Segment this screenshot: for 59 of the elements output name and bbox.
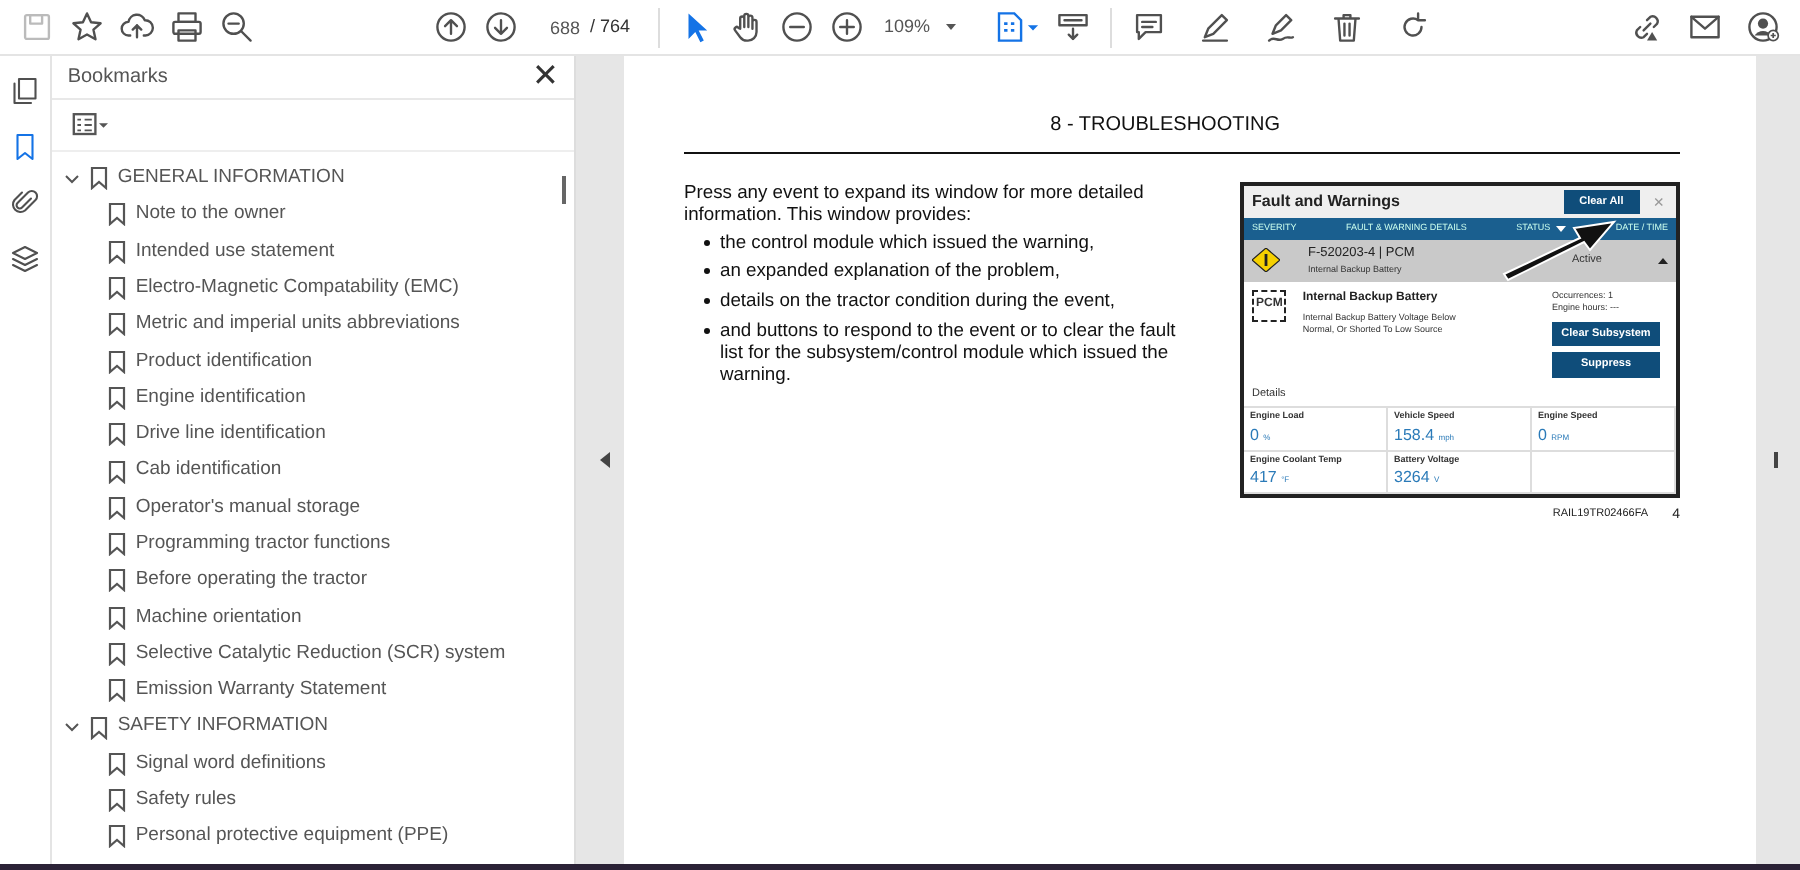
page-header: 8 - TROUBLESHOOTING	[1050, 114, 1280, 136]
bookmark-icon	[107, 605, 126, 630]
scrollbar-thumb[interactable]	[562, 176, 566, 204]
list-item: details on the tractor condition during the event,	[720, 290, 1116, 313]
bookmark-icon	[107, 349, 126, 374]
bookmark-icon	[89, 166, 108, 191]
bookmark-icon	[107, 385, 126, 410]
caret-icon	[946, 24, 957, 30]
bookmark-icon	[107, 824, 126, 849]
list-item: the control module which issued the warning,	[720, 231, 1095, 253]
bookmark-icon	[107, 495, 126, 520]
close-icon: ×	[1649, 193, 1668, 212]
warning-icon	[1252, 248, 1280, 273]
bookmark-icon	[107, 788, 126, 813]
bookmark-item[interactable]: SAFETY INFORMATION	[117, 712, 329, 742]
panel-title: Bookmarks	[67, 64, 168, 92]
list-item: and buttons to respond to the event or to clear the fault list for the subsystem/control module which issued the warning.	[720, 320, 1178, 385]
bookmark-item[interactable]: Personal protective equipment (PPE)	[135, 822, 449, 852]
close-button[interactable]: ✕	[532, 61, 558, 93]
list-item: an expanded explanation of the problem,	[720, 260, 1060, 283]
bookmark-icon	[107, 312, 126, 337]
bookmark-item[interactable]: Electro-Magnetic Compatability (EMC)	[135, 273, 459, 303]
bookmark-item[interactable]: Safety rules	[135, 786, 236, 815]
expand-chevron-icon[interactable]	[63, 722, 80, 733]
sort-caret-icon	[1556, 226, 1567, 233]
paragraph: Press any event to expand its window for more detailed information. This window provides:	[684, 182, 1146, 226]
bookmark-icon	[107, 568, 126, 593]
bookmark-icon	[107, 532, 126, 557]
bookmark-item[interactable]: Note to the owner	[135, 200, 286, 230]
bookmark-item[interactable]: Selective Catalytic Reduction (SCR) system	[135, 639, 506, 669]
scrollbar-thumb[interactable]	[1774, 452, 1778, 468]
bookmark-icon	[107, 422, 126, 447]
zoom-dropdown[interactable]: 109%	[872, 11, 969, 43]
bookmark-icon	[107, 678, 126, 703]
bookmark-icon	[107, 239, 126, 264]
window-title: Fault and Warnings	[1252, 190, 1400, 215]
bookmark-icon	[107, 459, 126, 484]
bookmark-icon	[107, 751, 126, 776]
bookmark-icon	[107, 642, 126, 666]
bookmark-item[interactable]: Signal word definitions	[135, 749, 326, 779]
bookmark-item[interactable]: Metric and imperial units abbreviations	[135, 310, 460, 339]
collapse-arrow-icon[interactable]	[600, 452, 610, 468]
bookmark-icon	[107, 202, 126, 227]
pointer-arrow-drawing	[1500, 218, 1620, 282]
bookmark-item[interactable]: Product identification	[135, 347, 313, 376]
bookmark-item[interactable]: Machine orientation	[135, 603, 302, 632]
bookmark-item[interactable]: Programming tractor functions	[135, 529, 391, 559]
bookmark-item[interactable]: Cab identification	[135, 456, 282, 486]
bookmark-item[interactable]: Emission Warranty Statement	[135, 676, 387, 705]
bookmark-item[interactable]: GENERAL INFORMATION	[117, 164, 345, 193]
page-count: / 764	[590, 13, 631, 40]
bookmark-item[interactable]: Engine identification	[135, 383, 306, 413]
expand-chevron-icon[interactable]	[63, 173, 80, 184]
bookmark-item[interactable]: Before operating the tractor	[135, 566, 367, 596]
bookmark-item[interactable]: Drive line identification	[135, 420, 326, 449]
bookmark-icon	[89, 715, 108, 740]
bookmark-icon	[107, 276, 126, 301]
bookmark-item[interactable]: Operator's manual storage	[135, 493, 361, 522]
bookmark-item[interactable]: Intended use statement	[135, 237, 335, 266]
